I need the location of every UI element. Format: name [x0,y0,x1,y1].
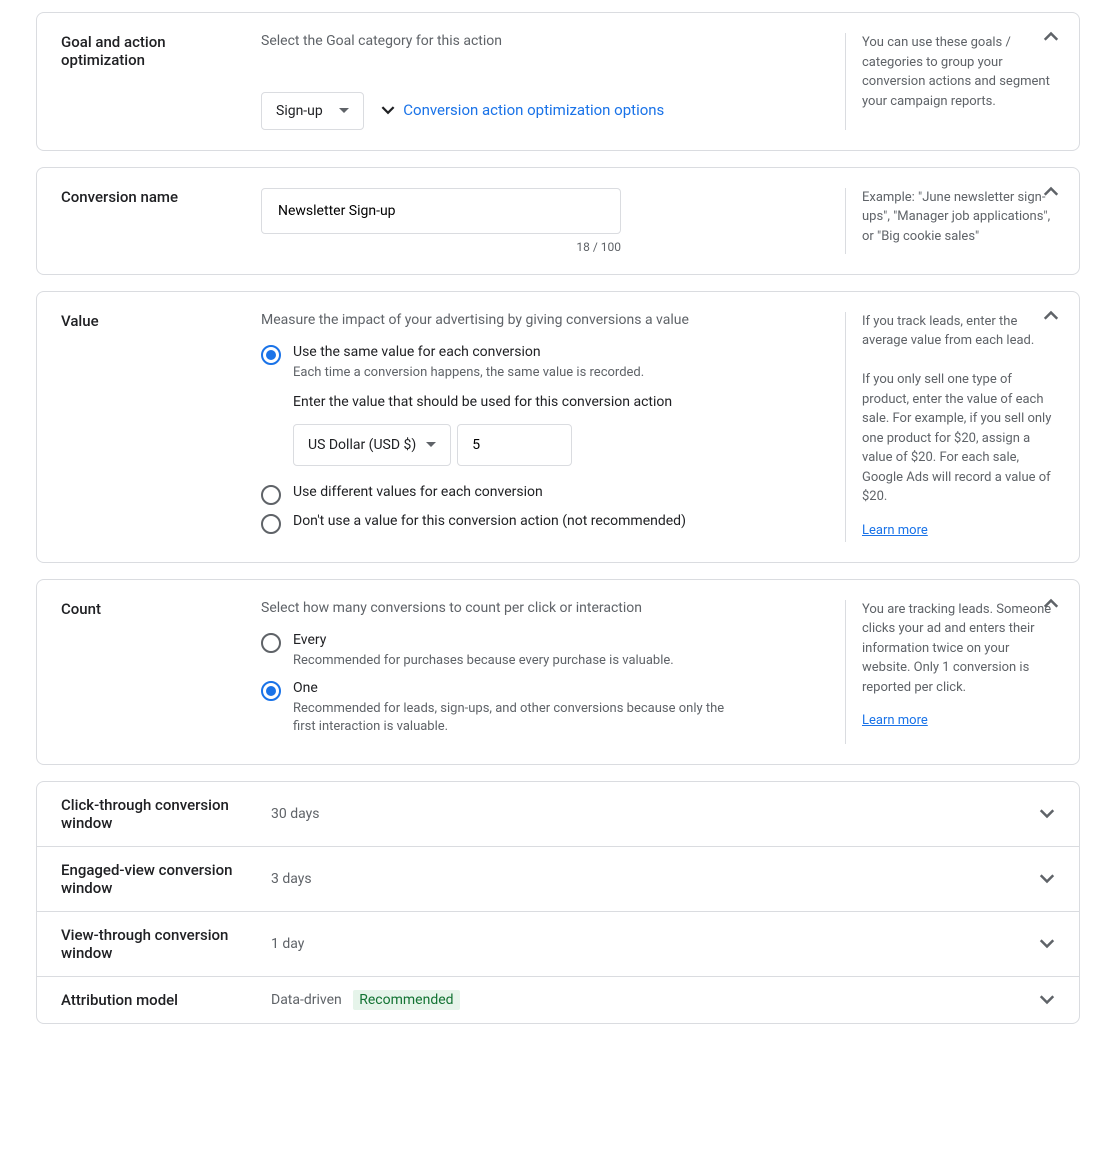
char-counter: 18 / 100 [261,240,621,254]
value-help2: If you only sell one type of product, en… [862,370,1055,507]
collapse-icon[interactable] [1043,310,1059,320]
caret-down-icon [339,108,349,114]
count-opt1-label: Every [293,632,674,648]
learn-more-link[interactable]: Learn more [862,521,928,541]
collapsed-settings-group: Click-through conversion window 30 days … [36,781,1080,1024]
goal-help-text: You can use these goals / categories to … [845,33,1055,130]
count-opt2-sub: Recommended for leads, sign-ups, and oth… [293,700,733,736]
currency-select[interactable]: US Dollar (USD $) [293,424,451,466]
radio-icon [261,681,281,701]
view-window-label: View-through conversion window [61,926,271,962]
click-window-label: Click-through conversion window [61,796,271,832]
collapse-icon[interactable] [1043,186,1059,196]
value-opt3-label: Don't use a value for this conversion ac… [293,513,686,529]
value-card: Value Measure the impact of your adverti… [36,291,1080,563]
click-window-value: 30 days [271,806,319,822]
expand-link-text: Conversion action optimization options [403,101,664,119]
radio-icon [261,485,281,505]
click-window-row[interactable]: Click-through conversion window 30 days [37,782,1079,847]
chevron-down-icon [1039,874,1055,884]
value-opt1-label: Use the same value for each conversion [293,344,644,360]
count-title: Count [61,600,261,745]
chevron-down-icon [1039,939,1055,949]
conversion-options-expand[interactable]: Conversion action optimization options [381,101,664,119]
chevron-down-icon [1039,809,1055,819]
attribution-label: Attribution model [61,991,271,1009]
goal-category-select[interactable]: Sign-up [261,92,364,130]
conversion-value-input[interactable] [457,424,572,466]
attribution-row[interactable]: Attribution model Data-driven Recommende… [37,977,1079,1023]
learn-more-link[interactable]: Learn more [862,711,928,731]
radio-icon [261,514,281,534]
count-option-one[interactable]: One Recommended for leads, sign-ups, and… [261,680,829,736]
collapse-icon[interactable] [1043,598,1059,608]
value-opt1-sub: Each time a conversion happens, the same… [293,364,644,382]
value-help: If you track leads, enter the average va… [845,312,1055,542]
conversion-name-card: Conversion name 18 / 100 Example: "June … [36,167,1080,275]
count-opt2-label: One [293,680,733,696]
name-help-text: Example: "June newsletter sign-ups", "Ma… [845,188,1055,254]
collapse-icon[interactable] [1043,31,1059,41]
count-option-every[interactable]: Every Recommended for purchases because … [261,632,829,670]
value-desc: Measure the impact of your advertising b… [261,312,829,328]
caret-down-icon [426,442,436,448]
value-title: Value [61,312,261,542]
engaged-window-row[interactable]: Engaged-view conversion window 3 days [37,847,1079,912]
goal-desc: Select the Goal category for this action [261,33,829,49]
currency-value: US Dollar (USD $) [308,437,416,453]
attribution-value: Data-driven [271,992,342,1008]
view-window-value: 1 day [271,936,304,952]
count-help-text: You are tracking leads. Someone clicks y… [862,600,1055,698]
goal-optimization-card: Goal and action optimization Select the … [36,12,1080,151]
value-option-none[interactable]: Don't use a value for this conversion ac… [261,513,829,534]
count-help: You are tracking leads. Someone clicks y… [845,600,1055,745]
chevron-down-icon [381,106,395,115]
engaged-window-label: Engaged-view conversion window [61,861,271,897]
goal-select-value: Sign-up [276,103,323,119]
value-option-different[interactable]: Use different values for each conversion [261,484,829,505]
conversion-name-input[interactable] [261,188,621,234]
chevron-down-icon [1039,995,1055,1005]
engaged-window-value: 3 days [271,871,312,887]
name-title: Conversion name [61,188,261,254]
radio-icon [261,345,281,365]
count-desc: Select how many conversions to count per… [261,600,829,616]
recommended-badge: Recommended [353,990,459,1010]
goal-title: Goal and action optimization [61,33,261,130]
count-card: Count Select how many conversions to cou… [36,579,1080,766]
value-help1: If you track leads, enter the average va… [862,312,1055,351]
value-option-same[interactable]: Use the same value for each conversion E… [261,344,829,382]
value-sub-label: Enter the value that should be used for … [293,394,829,410]
value-opt2-label: Use different values for each conversion [293,484,543,500]
count-opt1-sub: Recommended for purchases because every … [293,652,674,670]
radio-icon [261,633,281,653]
view-window-row[interactable]: View-through conversion window 1 day [37,912,1079,977]
